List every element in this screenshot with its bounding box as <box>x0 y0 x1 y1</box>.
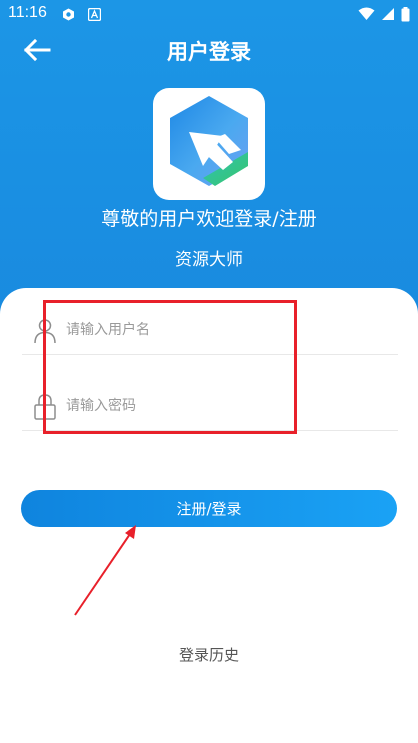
page-title: 用户登录 <box>167 40 251 64</box>
password-field <box>22 382 398 431</box>
register-login-button[interactable]: 注册/登录 <box>21 490 397 527</box>
signal-icon <box>382 8 394 20</box>
app-name: 资源大师 <box>175 250 243 270</box>
app-logo-icon <box>170 96 248 186</box>
wifi-icon <box>358 7 375 20</box>
lock-icon <box>34 394 56 420</box>
welcome-text: 尊敬的用户欢迎登录/注册 <box>101 208 317 230</box>
username-input[interactable] <box>66 314 366 346</box>
username-field <box>22 306 398 355</box>
status-bar: 11:16 <box>0 0 418 28</box>
status-time: 11:16 <box>8 4 47 21</box>
password-input[interactable] <box>66 390 366 422</box>
login-history-link[interactable]: 登录历史 <box>0 644 418 665</box>
notification-icon <box>63 8 74 21</box>
a-badge-icon <box>88 8 101 21</box>
battery-icon <box>401 6 410 21</box>
app-logo <box>153 88 265 200</box>
user-icon <box>34 319 56 344</box>
header-background: 11:16 用户登录 尊敬的用户欢迎登录/注册 资源大师 <box>0 0 418 330</box>
